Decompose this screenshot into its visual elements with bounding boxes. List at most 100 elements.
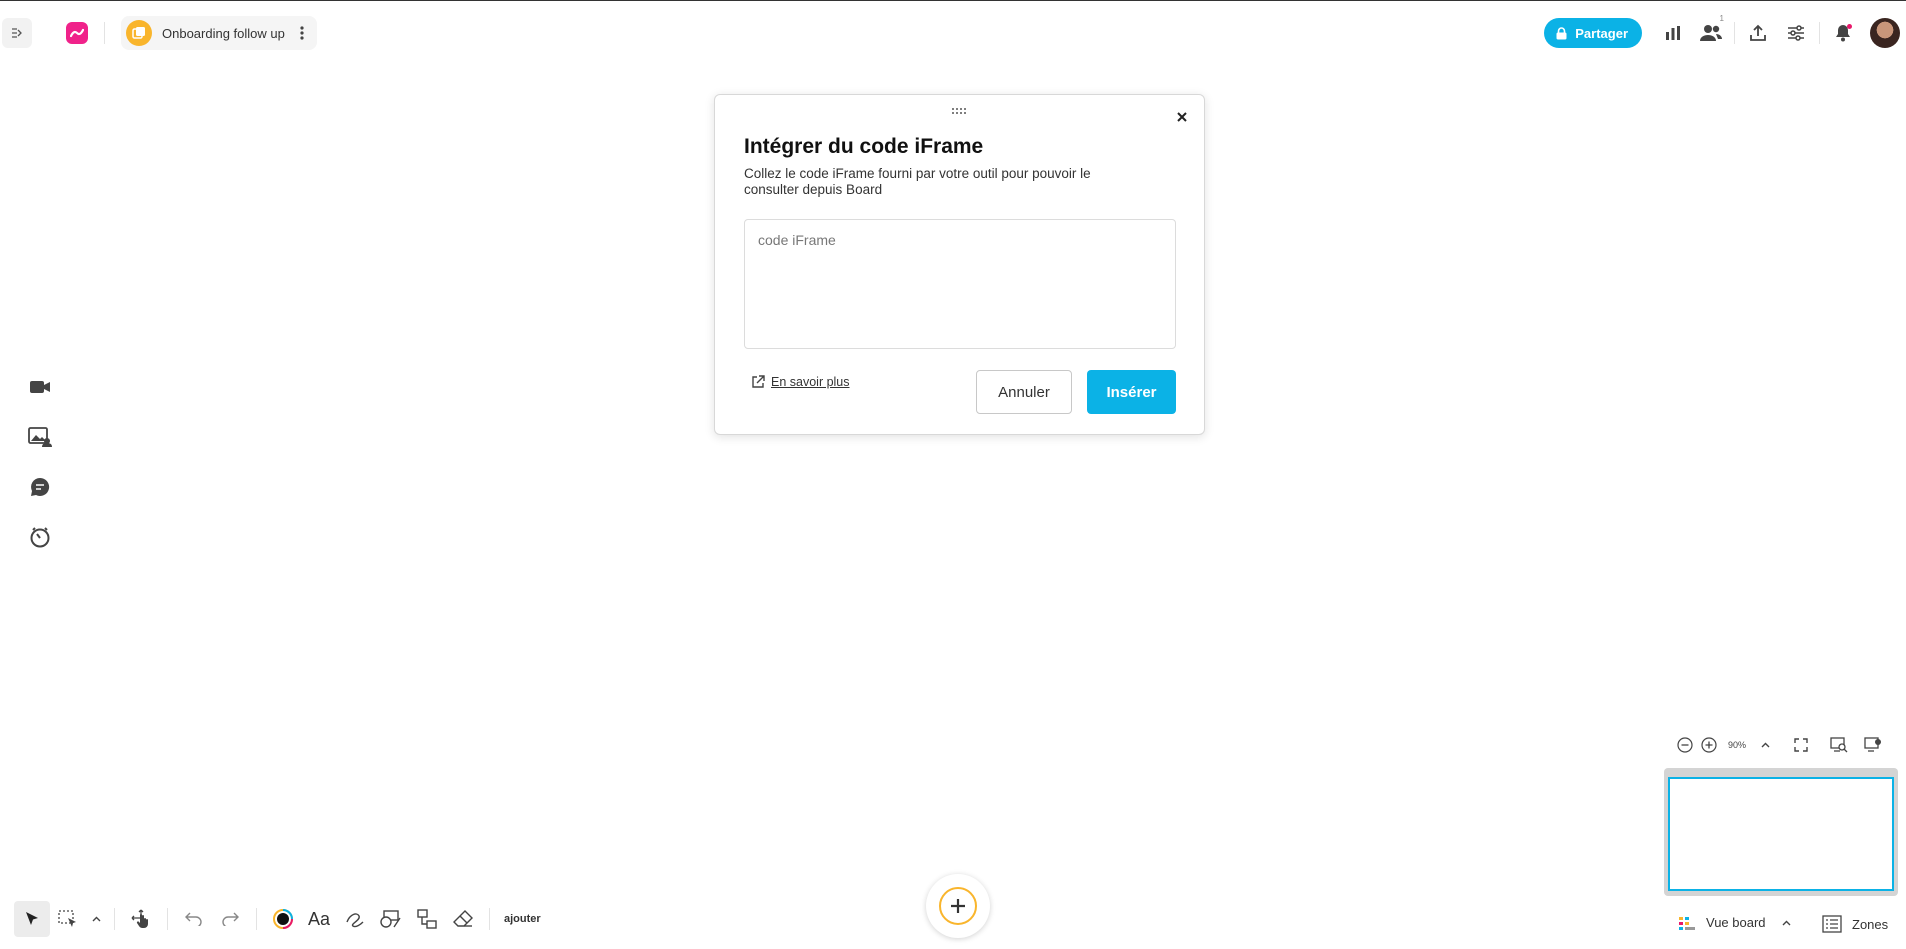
select-tool[interactable] bbox=[14, 901, 50, 937]
divider bbox=[167, 908, 168, 930]
chat-tool[interactable] bbox=[28, 476, 52, 498]
app-logo-icon bbox=[70, 28, 84, 38]
divider bbox=[114, 908, 115, 930]
timer-tool[interactable] bbox=[28, 526, 52, 548]
pen-scribble-icon bbox=[346, 913, 364, 928]
sliders-icon bbox=[1788, 25, 1804, 41]
top-right-bar: Partager 1 bbox=[1544, 14, 1906, 52]
undo-icon bbox=[185, 912, 202, 926]
pen-tool[interactable] bbox=[337, 901, 373, 937]
zoom-out-icon bbox=[1677, 737, 1693, 753]
collaborators-button[interactable]: 1 bbox=[1692, 14, 1730, 52]
divider bbox=[489, 908, 490, 930]
connector-icon bbox=[417, 909, 437, 929]
color-wheel-icon bbox=[273, 909, 293, 929]
add-tool-label[interactable]: ajouter bbox=[498, 913, 547, 925]
board-title-chip[interactable]: Onboarding follow up bbox=[121, 16, 317, 50]
zoom-in-icon bbox=[1701, 737, 1717, 753]
app-logo[interactable] bbox=[66, 22, 88, 44]
board-view-icon bbox=[1679, 916, 1695, 930]
learn-more-label: En savoir plus bbox=[771, 375, 850, 389]
view-board-selector[interactable]: Vue board bbox=[1678, 915, 1791, 930]
presentation-settings-button[interactable] bbox=[1864, 736, 1882, 754]
video-camera-icon bbox=[30, 381, 50, 393]
marquee-select-tool[interactable] bbox=[50, 901, 86, 937]
connector-tool[interactable] bbox=[409, 901, 445, 937]
collapse-menu-icon bbox=[12, 28, 22, 38]
user-avatar[interactable] bbox=[1870, 18, 1900, 48]
notification-dot bbox=[1847, 24, 1852, 29]
window-top-border bbox=[0, 0, 1906, 1]
add-content-ring bbox=[939, 887, 977, 925]
zoom-out-button[interactable] bbox=[1676, 736, 1694, 754]
video-tool[interactable] bbox=[28, 376, 52, 398]
settings-button[interactable] bbox=[1777, 14, 1815, 52]
external-link-icon bbox=[752, 375, 765, 388]
drag-handle-icon[interactable] bbox=[951, 107, 969, 115]
divider bbox=[104, 22, 105, 44]
bottom-toolbar: Aa ajouter bbox=[14, 900, 547, 938]
collapse-menu-button[interactable] bbox=[2, 18, 32, 48]
text-tool[interactable]: Aa bbox=[301, 901, 337, 937]
zoom-options-button[interactable] bbox=[1756, 736, 1774, 754]
media-tool[interactable] bbox=[28, 426, 52, 448]
divider bbox=[256, 908, 257, 930]
color-picker-button[interactable] bbox=[265, 901, 301, 937]
modal-description: Collez le code iFrame fourni par votre o… bbox=[744, 166, 1091, 197]
export-button[interactable] bbox=[1739, 14, 1777, 52]
zoom-in-button[interactable] bbox=[1700, 736, 1718, 754]
pan-tool[interactable] bbox=[123, 901, 159, 937]
divider bbox=[1819, 22, 1820, 44]
undo-button[interactable] bbox=[176, 901, 212, 937]
redo-button[interactable] bbox=[212, 901, 248, 937]
zones-label: Zones bbox=[1852, 916, 1889, 932]
fit-screen-button[interactable] bbox=[1792, 736, 1810, 754]
move-hand-icon bbox=[131, 909, 148, 928]
view-board-label: Vue board bbox=[1706, 915, 1766, 930]
text-tool-label: Aa bbox=[307, 908, 331, 929]
minimap-viewport[interactable] bbox=[1668, 777, 1894, 891]
lock-icon bbox=[1556, 26, 1567, 39]
board-name: Onboarding follow up bbox=[162, 25, 285, 41]
search-board-button[interactable] bbox=[1830, 736, 1848, 754]
chevron-up-icon bbox=[92, 916, 100, 922]
add-content-button[interactable] bbox=[926, 874, 990, 938]
eraser-icon bbox=[453, 910, 473, 927]
left-side-tools bbox=[28, 376, 52, 548]
close-icon bbox=[1177, 112, 1187, 122]
cursor-icon bbox=[26, 912, 38, 925]
iframe-code-input[interactable] bbox=[744, 219, 1176, 349]
cancel-button[interactable]: Annuler bbox=[976, 370, 1072, 414]
top-left-bar: Onboarding follow up bbox=[0, 14, 317, 52]
learn-more-link[interactable]: En savoir plus bbox=[751, 375, 850, 389]
marquee-select-icon bbox=[58, 910, 76, 927]
board-icon bbox=[126, 20, 152, 46]
stats-button[interactable] bbox=[1654, 14, 1692, 52]
zones-button[interactable]: Zones bbox=[1822, 915, 1888, 933]
modal-title: Intégrer du code iFrame bbox=[744, 135, 984, 158]
board-options-button[interactable] bbox=[295, 23, 309, 43]
upload-icon bbox=[1750, 24, 1766, 41]
divider bbox=[1734, 22, 1735, 44]
zoom-controls: 90% bbox=[1676, 735, 1882, 755]
close-button[interactable] bbox=[1174, 109, 1190, 125]
insert-button[interactable]: Insérer bbox=[1087, 370, 1176, 414]
selection-options-button[interactable] bbox=[86, 901, 106, 937]
timer-icon bbox=[30, 527, 50, 548]
screen-settings-icon bbox=[1864, 737, 1882, 752]
zoom-level[interactable]: 90% bbox=[1728, 740, 1746, 750]
users-icon bbox=[1700, 25, 1722, 41]
share-button[interactable]: Partager bbox=[1544, 18, 1642, 48]
iframe-modal: Intégrer du code iFrame Collez le code i… bbox=[714, 94, 1205, 435]
kebab-icon bbox=[300, 26, 304, 40]
chevron-up-icon bbox=[1782, 920, 1791, 925]
shapes-tool[interactable] bbox=[373, 901, 409, 937]
screen-search-icon bbox=[1830, 737, 1848, 753]
expand-icon bbox=[1794, 738, 1808, 752]
redo-icon bbox=[222, 912, 239, 926]
chevron-up-icon bbox=[1761, 742, 1770, 748]
eraser-tool[interactable] bbox=[445, 901, 481, 937]
minimap[interactable] bbox=[1664, 768, 1898, 896]
shapes-icon bbox=[380, 910, 401, 928]
notifications-button[interactable] bbox=[1824, 14, 1862, 52]
